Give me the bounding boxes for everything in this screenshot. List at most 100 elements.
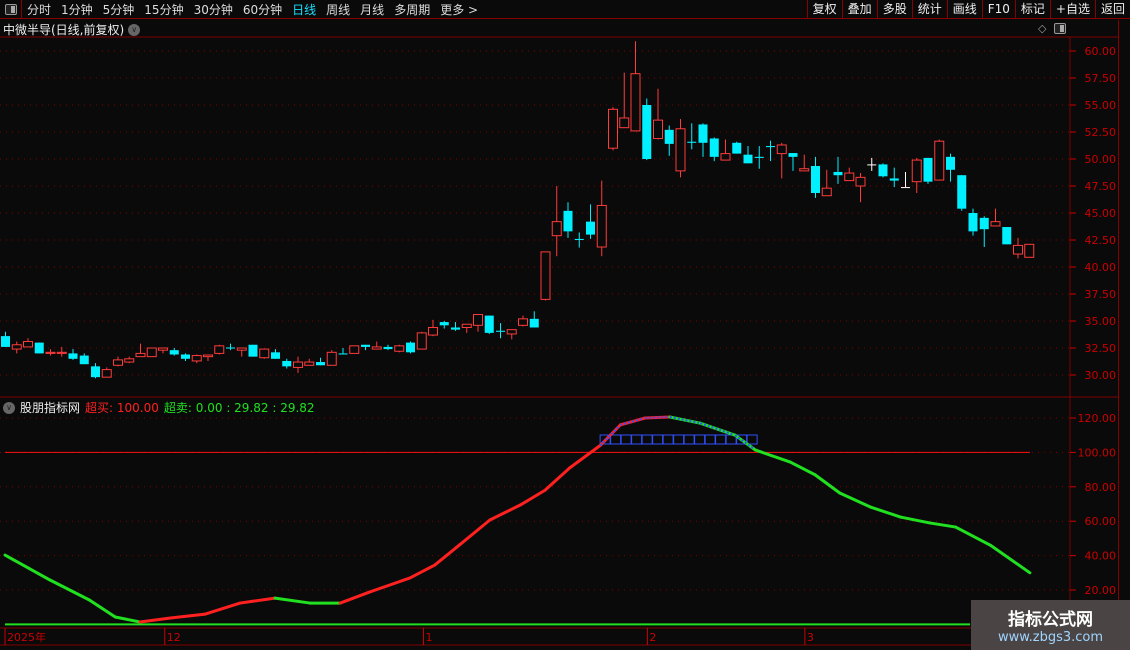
- candle-body: [608, 108, 618, 149]
- candle: [529, 311, 539, 328]
- candle-body: [293, 361, 303, 368]
- toolbar-button[interactable]: 多股: [876, 0, 912, 19]
- candle-body: [282, 360, 292, 367]
- indicator-title-bar: ∨ 股朋指标网 超买: 100.00 超卖: 0.00 : 29.82 : 29…: [3, 399, 315, 416]
- toolbar-button[interactable]: 统计: [911, 0, 947, 19]
- toolbar-button[interactable]: 叠加: [841, 0, 877, 19]
- date-label: 2: [649, 631, 656, 644]
- candle-body: [1002, 227, 1012, 245]
- indicator-tick-label: 40.00: [1085, 550, 1117, 563]
- indicator-tick-label: 80.00: [1085, 481, 1117, 494]
- diamond-icon[interactable]: ◇: [1038, 22, 1046, 35]
- indicator-line-segment: [408, 563, 437, 580]
- chevron-down-icon[interactable]: ∨: [3, 401, 15, 414]
- candle: [563, 202, 573, 238]
- candle-body: [181, 354, 190, 359]
- candle-body: [135, 352, 146, 358]
- indicator-line-segment: [203, 601, 242, 616]
- candle-body: [428, 326, 438, 336]
- toolbar-button[interactable]: 复权: [806, 0, 842, 19]
- chevron-down-icon[interactable]: ∨: [128, 23, 141, 36]
- candle-body: [226, 347, 235, 349]
- candle: [271, 349, 280, 359]
- toolbar-button[interactable]: 返回: [1094, 0, 1130, 19]
- candle: [720, 139, 731, 161]
- candle-body: [45, 351, 56, 354]
- indicator-value-2: : 29.82: [272, 401, 315, 415]
- candle-body: [529, 318, 539, 328]
- candle: [889, 167, 899, 188]
- tab-period[interactable]: 多周期: [389, 1, 435, 18]
- candle: [732, 141, 742, 154]
- indicator-line-segment: [928, 521, 958, 529]
- candle-body: [406, 342, 415, 353]
- right-toolbar: 复权 叠加 多股 统计 画线 F10 标记 +自选 返回: [806, 0, 1130, 19]
- period-toolbar: 分时 1分钟 5分钟 15分钟 30分钟 60分钟 日线 周线 月线 多周期 更多 > 复权 叠加 多股…: [0, 0, 1130, 19]
- candle-body: [630, 73, 641, 132]
- panel-toggle-icon[interactable]: [1054, 23, 1066, 34]
- candle-body: [124, 358, 135, 363]
- candle: [349, 345, 360, 354]
- side-panel-strip[interactable]: [1118, 20, 1130, 628]
- candle-body: [653, 119, 663, 139]
- tab-period[interactable]: 分时: [22, 1, 56, 18]
- tab-period[interactable]: 日线: [287, 1, 321, 18]
- tab-period[interactable]: 更多 >: [435, 1, 483, 18]
- indicator-line-segment: [568, 444, 602, 470]
- candle: [135, 343, 146, 358]
- candle-body: [506, 329, 517, 335]
- kline-chart[interactable]: 60.00 57.50 55.00 52.50 50.00 47.50 45.00 42.50…: [0, 0, 1130, 650]
- overbought-box: [704, 434, 716, 445]
- candle-body: [326, 351, 337, 366]
- candle-body: [214, 345, 225, 354]
- candle: [191, 354, 202, 364]
- candle: [630, 41, 641, 132]
- candle: [11, 341, 22, 354]
- candle: [675, 119, 686, 178]
- toolbar-button[interactable]: F10: [981, 0, 1015, 19]
- tab-period[interactable]: 15分钟: [139, 1, 188, 18]
- toolbar-button[interactable]: 标记: [1014, 0, 1050, 19]
- candle-body: [383, 346, 393, 350]
- candle-body: [169, 350, 179, 355]
- candle-body: [642, 105, 652, 159]
- candle: [776, 142, 787, 179]
- watermark-url: www.zbgs3.com: [997, 630, 1104, 645]
- tab-period[interactable]: 30分钟: [189, 1, 238, 18]
- candle: [461, 323, 472, 333]
- layout-toggle-button[interactable]: [0, 0, 22, 19]
- candle-body: [1013, 244, 1023, 255]
- indicator-line-segment: [753, 448, 792, 464]
- candle-body: [236, 347, 247, 351]
- overbought-box: [631, 434, 643, 445]
- candle-body: [551, 221, 562, 237]
- candle-body: [496, 330, 505, 332]
- candle: [91, 363, 100, 379]
- candle-body: [451, 327, 460, 330]
- toolbar-button[interactable]: 画线: [946, 0, 982, 19]
- overbought-label: 超买:: [85, 401, 114, 415]
- candle: [451, 322, 460, 331]
- candle-body: [79, 355, 89, 365]
- candle: [293, 356, 303, 373]
- tab-period[interactable]: 周线: [321, 1, 355, 18]
- date-label: 1: [426, 631, 433, 644]
- candle: [236, 347, 247, 357]
- tab-period[interactable]: 月线: [355, 1, 389, 18]
- candle: [169, 348, 179, 356]
- price-tick-label: 52.50: [1085, 126, 1117, 139]
- toolbar-button[interactable]: +自选: [1049, 0, 1095, 19]
- candle: [968, 208, 978, 236]
- candle: [833, 156, 843, 184]
- tab-period[interactable]: 1分钟: [56, 1, 98, 18]
- candle: [619, 72, 630, 129]
- candle: [371, 341, 382, 350]
- tab-period[interactable]: 5分钟: [98, 1, 140, 18]
- candle: [698, 123, 708, 157]
- candle: [979, 216, 989, 248]
- overbought-box: [694, 434, 706, 445]
- tab-period[interactable]: 60分钟: [238, 1, 287, 18]
- candle: [821, 169, 832, 197]
- candle-body: [788, 153, 798, 157]
- indicator-line-segment: [518, 488, 547, 507]
